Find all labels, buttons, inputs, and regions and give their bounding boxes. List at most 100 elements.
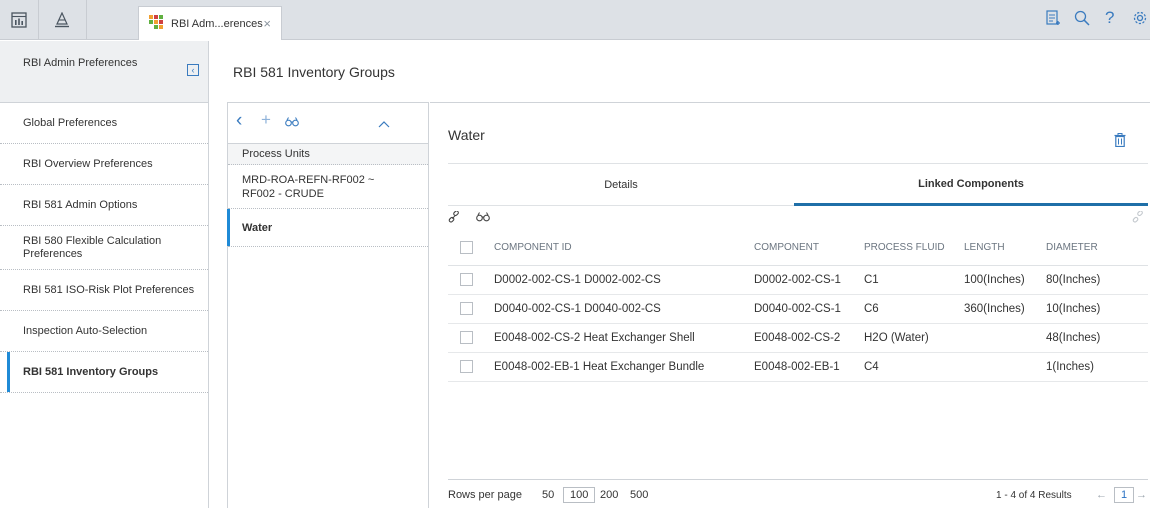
detail-panel: Water Details Linked Components COMPONEN… — [430, 102, 1150, 508]
cell-length: 360(Inches) — [964, 294, 1046, 324]
inventory-list-panel: ‹ + Process Units MRD-ROA-REFN-RF002 ~ R… — [227, 102, 429, 508]
sidebar-item-global-preferences[interactable]: Global Preferences — [0, 103, 208, 144]
sidebar-item-label: Inspection Auto-Selection — [23, 325, 148, 337]
row-checkbox[interactable] — [460, 331, 473, 344]
cell-process-fluid: C6 — [864, 294, 964, 324]
results-count: 1 - 4 of 4 Results — [996, 490, 1072, 501]
linked-components-table: COMPONENT ID COMPONENT PROCESS FLUID LEN… — [448, 231, 1148, 382]
cell-length — [964, 323, 1046, 353]
table-header-row: COMPONENT ID COMPONENT PROCESS FLUID LEN… — [448, 231, 1148, 266]
prev-page-icon[interactable]: ← — [1096, 489, 1107, 501]
asset-hierarchy-icon[interactable] — [40, 0, 84, 40]
column-header[interactable]: PROCESS FLUID — [864, 231, 964, 266]
sidebar-item-label: RBI 581 ISO-Risk Plot Preferences — [23, 284, 195, 296]
row-checkbox-cell — [448, 294, 494, 324]
table-row: E0048-002-CS-2 Heat Exchanger Shell E004… — [448, 323, 1148, 353]
tab-rbi-admin-preferences[interactable]: RBI Adm...erences × — [138, 6, 282, 40]
list-toolbar: ‹ + — [228, 103, 428, 143]
tab-linked-components[interactable]: Linked Components — [794, 164, 1148, 206]
detail-tabs: Details Linked Components — [448, 163, 1148, 206]
cell-length — [964, 352, 1046, 382]
add-icon[interactable]: + — [261, 111, 271, 128]
dashboard-icon[interactable] — [0, 0, 38, 40]
list-item-label: Water — [242, 221, 273, 234]
column-header[interactable]: COMPONENT — [754, 231, 864, 266]
cell-component: D0002-002-CS-1 — [754, 265, 864, 295]
list-item-label: MRD-ROA-REFN-RF002 ~ RF002 - CRUDE — [242, 173, 375, 200]
sidebar-item-label: Global Preferences — [23, 117, 118, 129]
select-all-checkbox[interactable] — [460, 241, 473, 255]
collapse-sidebar-icon[interactable]: ‹ — [187, 64, 199, 76]
sidebar-item-label: RBI Overview Preferences — [23, 158, 153, 170]
sidebar-header: RBI Admin Preferences ‹ — [0, 41, 208, 103]
detail-title: Water — [448, 127, 485, 143]
tab-label: RBI Adm...erences — [171, 17, 263, 30]
sidebar-item-inspection-auto-selection[interactable]: Inspection Auto-Selection — [0, 311, 208, 352]
topbar-divider — [38, 0, 39, 40]
cell-component: D0040-002-CS-1 — [754, 294, 864, 324]
binoculars-icon[interactable] — [476, 211, 490, 225]
topbar-divider — [86, 0, 87, 40]
help-icon[interactable]: ? — [1105, 8, 1114, 28]
gear-icon[interactable] — [1132, 10, 1148, 29]
cell-component: E0048-002-CS-2 — [754, 323, 864, 353]
cell-diameter: 80(Inches) — [1046, 265, 1148, 295]
column-header[interactable]: COMPONENT ID — [494, 231, 754, 266]
sidebar-item-rbi-581-inventory-groups[interactable]: RBI 581 Inventory Groups — [0, 352, 208, 393]
chevron-up-icon[interactable] — [378, 117, 390, 131]
row-checkbox-cell — [448, 323, 494, 353]
list-header-label: Process Units — [242, 148, 310, 160]
component-id-link[interactable]: E0048-002-EB-1 Heat Exchanger Bundle — [494, 352, 754, 382]
trash-icon[interactable] — [1114, 133, 1126, 150]
row-checkbox[interactable] — [460, 273, 473, 286]
search-icon[interactable] — [1074, 10, 1090, 29]
cell-process-fluid: H2O (Water) — [864, 323, 964, 353]
sidebar-item-rbi-overview-preferences[interactable]: RBI Overview Preferences — [0, 144, 208, 185]
current-page[interactable]: 1 — [1114, 487, 1135, 503]
sidebar: RBI Admin Preferences ‹ Global Preferenc… — [0, 41, 209, 508]
rows-per-page-label: Rows per page — [448, 489, 522, 501]
grid-toolbar — [448, 207, 1148, 229]
sidebar-item-rbi-581-iso-risk-plot[interactable]: RBI 581 ISO-Risk Plot Preferences — [0, 270, 208, 311]
notes-icon[interactable] — [1046, 10, 1061, 29]
table-row: D0002-002-CS-1 D0002-002-CS D0002-002-CS… — [448, 265, 1148, 295]
page-title: RBI 581 Inventory Groups — [233, 64, 395, 80]
rows-option-200[interactable]: 200 — [600, 489, 618, 501]
tab-label: Details — [604, 179, 638, 191]
row-checkbox-cell — [448, 352, 494, 382]
select-all-checkbox-cell — [448, 231, 494, 266]
list-header-process-units: Process Units — [228, 143, 428, 165]
column-header[interactable]: LENGTH — [964, 231, 1046, 266]
sidebar-item-rbi-581-admin-options[interactable]: RBI 581 Admin Options — [0, 185, 208, 226]
list-item-water[interactable]: Water — [227, 209, 428, 247]
rows-option-50[interactable]: 50 — [542, 489, 554, 501]
cell-component: E0048-002-EB-1 — [754, 352, 864, 382]
row-checkbox-cell — [448, 265, 494, 295]
cell-diameter: 48(Inches) — [1046, 323, 1148, 353]
row-checkbox[interactable] — [460, 302, 473, 315]
component-id-link[interactable]: D0002-002-CS-1 D0002-002-CS — [494, 265, 754, 295]
tab-details[interactable]: Details — [448, 164, 794, 206]
binoculars-icon[interactable] — [285, 116, 299, 130]
next-page-icon[interactable]: → — [1136, 489, 1147, 501]
rows-option-500[interactable]: 500 — [630, 489, 648, 501]
top-bar: RBI Adm...erences × ? — [0, 0, 1150, 40]
tab-label: Linked Components — [918, 177, 1024, 190]
pagination-footer: Rows per page 50 100 200 500 1 - 4 of 4 … — [448, 479, 1148, 508]
column-header[interactable]: DIAMETER — [1046, 231, 1148, 266]
component-id-link[interactable]: E0048-002-CS-2 Heat Exchanger Shell — [494, 323, 754, 353]
cell-diameter: 1(Inches) — [1046, 352, 1148, 382]
list-item-crude[interactable]: MRD-ROA-REFN-RF002 ~ RF002 - CRUDE — [228, 165, 428, 209]
sidebar-title: RBI Admin Preferences — [23, 57, 138, 69]
cell-process-fluid: C4 — [864, 352, 964, 382]
component-id-link[interactable]: D0040-002-CS-1 D0040-002-CS — [494, 294, 754, 324]
sidebar-item-label: RBI 580 Flexible Calculation Preferences — [23, 234, 162, 260]
back-icon[interactable]: ‹ — [236, 111, 242, 130]
table-row: E0048-002-EB-1 Heat Exchanger Bundle E00… — [448, 352, 1148, 382]
row-checkbox[interactable] — [460, 360, 473, 373]
link-icon[interactable] — [448, 210, 460, 226]
close-icon[interactable]: × — [263, 16, 271, 31]
rows-option-100-selected[interactable]: 100 — [563, 487, 596, 503]
sidebar-item-rbi-580-flexible-calculation[interactable]: RBI 580 Flexible Calculation Preferences — [0, 226, 208, 270]
unlink-icon[interactable] — [1132, 210, 1144, 226]
